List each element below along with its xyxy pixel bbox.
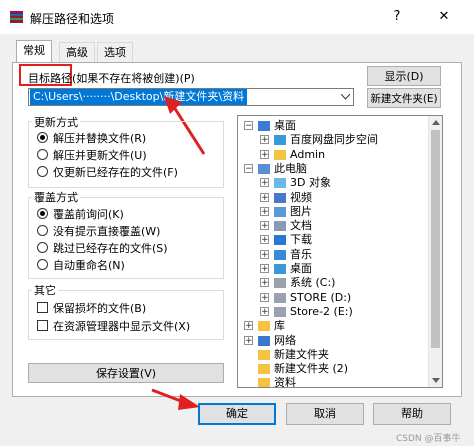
label-ask-before: 覆盖前询问(K) — [53, 208, 124, 221]
label-skip-existing: 跳过已经存在的文件(S) — [53, 242, 168, 255]
update-mode-title: 更新方式 — [32, 114, 80, 130]
scroll-up-icon[interactable] — [432, 120, 440, 125]
tree-item[interactable]: 资料 — [238, 375, 428, 388]
scroll-down-icon[interactable] — [432, 378, 440, 383]
other-title: 其它 — [32, 282, 58, 298]
expand-icon[interactable]: + — [260, 249, 269, 259]
target-path-label-rest: (如果不存在将被创建)(P) — [72, 72, 195, 85]
expand-icon[interactable]: + — [260, 178, 269, 188]
new-folder-button[interactable]: 新建文件夹(E) — [367, 88, 441, 108]
pictures-folder-icon — [274, 206, 286, 217]
library-icon — [258, 321, 270, 332]
scroll-thumb[interactable] — [431, 130, 440, 348]
drive-icon — [274, 278, 286, 289]
expand-icon[interactable]: + — [260, 264, 269, 274]
drive-icon — [274, 306, 286, 317]
radio-ask-before[interactable] — [37, 208, 48, 219]
label-extract-update: 解压并更新文件(U) — [53, 149, 147, 162]
cancel-button[interactable]: 取消 — [286, 403, 364, 425]
radio-auto-rename[interactable] — [37, 259, 48, 270]
show-button[interactable]: 显示(D) — [367, 66, 441, 86]
folder-icon — [258, 378, 270, 387]
folder-tree[interactable]: − 桌面 + 百度网盘同步空间 + Admin − 此电脑 +3D 对象 + 视频 + 图片 + 文档 + 下载… — [237, 115, 443, 388]
expand-icon[interactable]: + — [260, 306, 269, 316]
expand-icon[interactable]: + — [260, 292, 269, 302]
tab-options[interactable]: 选项 — [97, 42, 133, 62]
checkbox-show-in-explorer[interactable] — [37, 320, 48, 331]
documents-folder-icon — [274, 221, 286, 232]
save-settings-button[interactable]: 保存设置(V) — [28, 363, 224, 383]
tab-advanced[interactable]: 高级 — [59, 42, 95, 62]
expand-icon[interactable]: + — [244, 335, 253, 345]
user-folder-icon — [274, 149, 286, 160]
label-keep-broken: 保留损坏的文件(B) — [53, 302, 147, 315]
label-extract-replace: 解压并替换文件(R) — [53, 132, 147, 145]
help-button[interactable]: 帮助 — [373, 403, 451, 425]
label-overwrite-no-prompt: 没有提示直接覆盖(W) — [53, 225, 161, 238]
desktop-folder-icon — [274, 264, 286, 274]
radio-fresh-existing[interactable] — [37, 166, 48, 177]
radio-extract-update[interactable] — [37, 149, 48, 160]
target-path-label: 目标路径(如果不存在将被创建)(P) — [28, 70, 195, 86]
folder-icon — [258, 364, 270, 375]
computer-icon — [258, 163, 270, 174]
overwrite-mode-title: 覆盖方式 — [32, 189, 80, 205]
ok-button[interactable]: 确定 — [198, 403, 276, 425]
expand-icon[interactable]: + — [260, 149, 269, 159]
collapse-icon[interactable]: − — [244, 163, 253, 173]
dialog-client: 常规 高级 选项 目标路径(如果不存在将被创建)(P) 显示(D) C:\Use… — [0, 34, 474, 446]
checkbox-keep-broken[interactable] — [37, 302, 48, 313]
expand-icon[interactable]: + — [260, 235, 269, 245]
expand-icon[interactable]: + — [244, 321, 253, 331]
window-title: 解压路径和选项 — [30, 12, 115, 26]
radio-skip-existing[interactable] — [37, 242, 48, 253]
expand-icon[interactable]: + — [260, 221, 269, 231]
label-fresh-existing: 仅更新已经存在的文件(F) — [53, 166, 178, 179]
close-button[interactable]: ✕ — [430, 6, 458, 28]
tab-general[interactable]: 常规 — [16, 40, 52, 62]
video-folder-icon — [274, 192, 286, 203]
expand-icon[interactable]: + — [260, 135, 269, 145]
music-folder-icon — [274, 249, 286, 260]
target-path-label-prefix: 目标路径 — [28, 72, 72, 85]
expand-icon[interactable]: + — [260, 278, 269, 288]
help-title-button[interactable]: ? — [383, 6, 411, 28]
download-folder-icon — [274, 235, 286, 246]
drive-icon — [274, 292, 286, 303]
network-icon — [258, 335, 270, 346]
title-bar: 解压路径和选项 ? ✕ — [0, 0, 474, 34]
expand-icon[interactable]: + — [260, 206, 269, 216]
watermark: CSDN @百事牛 — [396, 434, 461, 444]
annotation-arrow-right — [151, 388, 200, 410]
tree-item-label: 资料 — [274, 376, 296, 388]
label-auto-rename: 自动重命名(N) — [53, 259, 125, 272]
radio-overwrite-no-prompt[interactable] — [37, 225, 48, 236]
3d-objects-icon — [274, 178, 286, 189]
tree-scrollbar[interactable] — [428, 116, 442, 387]
collapse-icon[interactable]: − — [244, 121, 253, 131]
winrar-app-icon — [10, 11, 23, 23]
baidu-netdisk-icon — [274, 135, 286, 146]
desktop-icon — [258, 121, 270, 131]
label-show-in-explorer: 在资源管理器中显示文件(X) — [53, 320, 191, 333]
expand-icon[interactable]: + — [260, 192, 269, 202]
folder-icon — [258, 349, 270, 360]
radio-extract-replace[interactable] — [37, 132, 48, 143]
chevron-down-icon[interactable] — [341, 94, 350, 100]
